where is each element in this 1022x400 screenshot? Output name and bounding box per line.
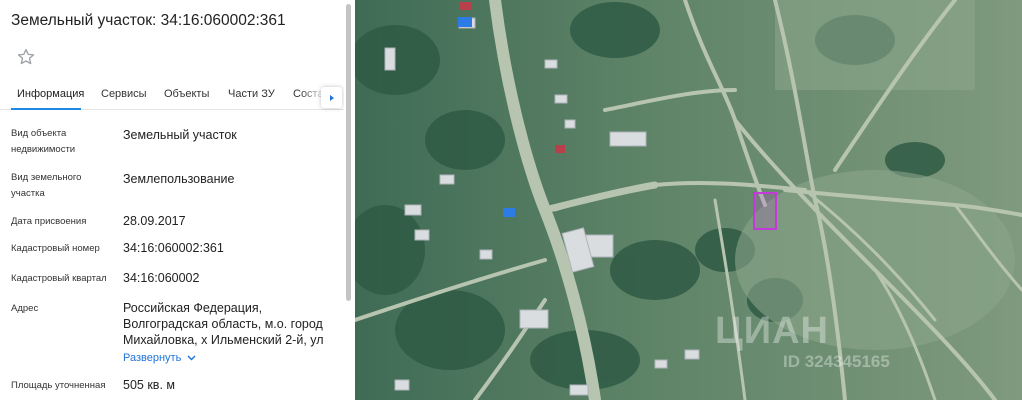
star-icon[interactable] <box>16 47 36 67</box>
active-tab-indicator <box>11 108 81 110</box>
field-cadastral-quarter: Кадастровый квартал 34:16:060002 <box>11 270 341 288</box>
expand-address-link[interactable]: Развернуть <box>123 352 196 364</box>
parcel-outline <box>753 192 777 230</box>
tab-parts[interactable]: Части ЗУ <box>228 88 275 100</box>
info-panel: Земельный участок: 34:16:060002:361 Инфо… <box>0 0 354 400</box>
field-assign-date: Дата присвоения 28.09.2017 <box>11 213 341 231</box>
field-value: 34:16:060002:361 <box>123 241 224 255</box>
tab-objects[interactable]: Объекты <box>164 88 209 100</box>
field-label: Адрес <box>11 303 39 314</box>
satellite-map[interactable]: ЦИАН ID 324345165 <box>355 0 1022 400</box>
chevron-down-icon <box>187 355 196 361</box>
field-label: Кадастровый квартал <box>11 273 107 284</box>
field-label: Вид объекта недвижимости <box>11 128 76 155</box>
tab-services[interactable]: Сервисы <box>101 88 147 100</box>
field-value: 28.09.2017 <box>123 214 186 228</box>
field-area: Площадь уточненная 505 кв. м <box>11 377 341 395</box>
field-value: Российская Федерация, Волгоградская обла… <box>123 301 324 347</box>
field-value: 505 кв. м <box>123 378 175 392</box>
field-label: Кадастровый номер <box>11 243 100 254</box>
tab-bar: Информация Сервисы Объекты Части ЗУ Сост… <box>0 80 346 110</box>
field-value: 34:16:060002 <box>123 271 200 285</box>
field-land-type: Вид земельного участка Землепользование <box>11 170 341 204</box>
field-label: Площадь уточненная <box>11 380 106 391</box>
expand-label: Развернуть <box>123 352 182 364</box>
field-address: Адрес Российская Федерация, Волгоградска… <box>11 300 341 372</box>
field-value: Землепользование <box>123 172 235 186</box>
tab-info[interactable]: Информация <box>17 88 84 100</box>
tabs-next-button[interactable] <box>321 87 342 108</box>
page-title: Земельный участок: 34:16:060002:361 <box>11 12 286 29</box>
field-value: Земельный участок <box>123 128 237 142</box>
field-label: Вид земельного участка <box>11 172 82 199</box>
scrollbar-thumb[interactable] <box>346 4 351 301</box>
map-imagery <box>355 0 1022 400</box>
field-label: Дата присвоения <box>11 216 87 227</box>
field-object-type: Вид объекта недвижимости Земельный участ… <box>11 126 341 160</box>
field-cadastral-number: Кадастровый номер 34:16:060002:361 <box>11 240 341 258</box>
chevron-right-icon <box>329 94 334 101</box>
